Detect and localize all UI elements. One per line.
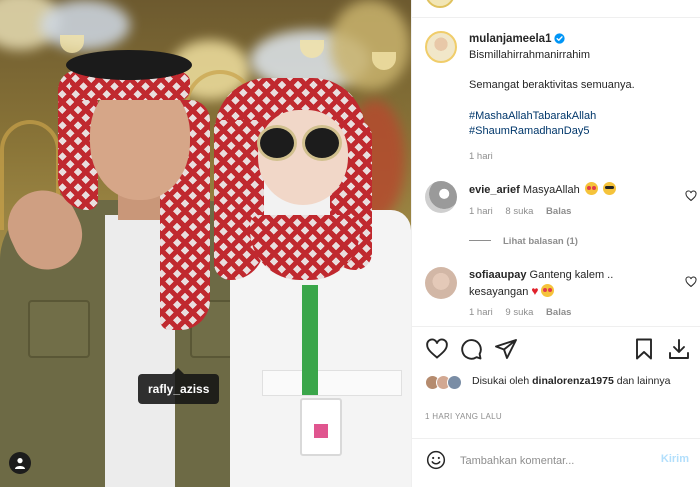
sunglasses-emoji-icon [602, 182, 616, 195]
comment-meta: 1 hari 8 suka Balas [469, 206, 581, 217]
emoji-picker-icon[interactable] [426, 450, 446, 470]
heart-eyes-emoji-icon [584, 182, 598, 195]
header-avatar[interactable] [425, 0, 455, 8]
likes-text: Disukai oleh dinalorenza1975 dan lainnya [472, 374, 697, 389]
reply-button[interactable]: Balas [546, 307, 571, 318]
likes-prefix: Disukai oleh [472, 375, 530, 387]
reply-button[interactable]: Balas [546, 206, 571, 217]
heart-eyes-emoji-icon [540, 283, 554, 297]
red-heart-emoji-icon: ♥ [531, 283, 539, 298]
user-tag-label[interactable]: rafly_aziss [138, 368, 220, 404]
comment-text: sofiaaupay Ganteng kalem .. kesayangan ♥ [469, 268, 669, 300]
liker-avatar[interactable] [447, 375, 462, 390]
comment-item: sofiaaupay Ganteng kalem .. kesayangan ♥… [425, 267, 697, 325]
id-badge [300, 398, 342, 456]
caption-line: Bismillahirrahmanirrahim [469, 48, 591, 61]
commenter-avatar[interactable] [425, 267, 457, 299]
author-avatar[interactable] [425, 31, 457, 63]
commenter-avatar[interactable] [425, 181, 457, 213]
post-details-panel: mulanjameela1 Bismillahirrahmanirrahim S… [411, 0, 700, 487]
save-bookmark-icon[interactable] [632, 337, 656, 361]
comment-item: evie_arief MasyaAllah 1 hari 8 suka Bala… [425, 181, 697, 221]
divider [412, 326, 700, 327]
likes-suffix[interactable]: dan lainnya [617, 375, 671, 387]
jacket-pocket [28, 300, 90, 358]
sunglasses-lens [257, 125, 297, 161]
view-replies-button[interactable]: Lihat balasan (1) [469, 236, 578, 247]
post-photo[interactable]: rafly_aziss [0, 0, 411, 487]
caption-time[interactable]: 1 hari [469, 149, 695, 165]
post-date[interactable]: 1 HARI YANG LALU [425, 412, 502, 421]
comment-likes[interactable]: 9 suka [505, 307, 533, 318]
hashtag-link[interactable]: #ShaumRamadhanDay5 [469, 124, 695, 140]
like-heart-icon[interactable] [425, 337, 449, 361]
divider [412, 17, 700, 18]
hanging-lamp [60, 35, 84, 53]
post-comment-button[interactable]: Kirim [661, 453, 689, 465]
green-lanyard [302, 285, 318, 395]
liker-username[interactable]: dinalorenza1975 [532, 375, 614, 387]
comment-likes[interactable]: 8 suka [505, 206, 533, 217]
commenter-username[interactable]: sofiaaupay [469, 269, 526, 281]
hashtag-link[interactable]: #MashaAllahTabarakAllah [469, 109, 695, 125]
comment-body: MasyaAllah [522, 184, 580, 196]
tagged-users-button[interactable] [9, 452, 31, 474]
user-icon [15, 458, 25, 469]
caption-body: mulanjameela1 Bismillahirrahmanirrahim S… [469, 32, 695, 164]
commenter-username[interactable]: evie_arief [469, 184, 520, 196]
comment-time[interactable]: 1 hari [469, 206, 493, 217]
sunglasses-lens [302, 125, 342, 161]
background-light [330, 0, 410, 90]
share-paper-plane-icon[interactable] [494, 337, 518, 361]
comment-meta: 1 hari 9 suka Balas [469, 307, 581, 318]
comment-bubble-icon[interactable] [459, 337, 483, 361]
post-action-bar [412, 337, 700, 365]
instagram-post-window: rafly_aziss mulanjameela1 Bismillahirrah… [0, 0, 700, 487]
download-icon[interactable] [667, 337, 691, 361]
comment-text: evie_arief MasyaAllah [469, 182, 669, 199]
author-username[interactable]: mulanjameela1 [469, 33, 551, 45]
caption-line: Semangat beraktivitas semuanya. [469, 79, 635, 91]
verified-badge-icon [554, 33, 566, 44]
girl-belt [262, 370, 402, 396]
background-light [40, 0, 130, 50]
comment-input[interactable] [460, 451, 650, 471]
add-comment-bar: Kirim [412, 439, 700, 483]
comment-like-heart-icon[interactable] [685, 190, 697, 202]
comment-like-heart-icon[interactable] [685, 276, 697, 288]
comment-time[interactable]: 1 hari [469, 307, 493, 318]
boy-agal [66, 50, 192, 80]
